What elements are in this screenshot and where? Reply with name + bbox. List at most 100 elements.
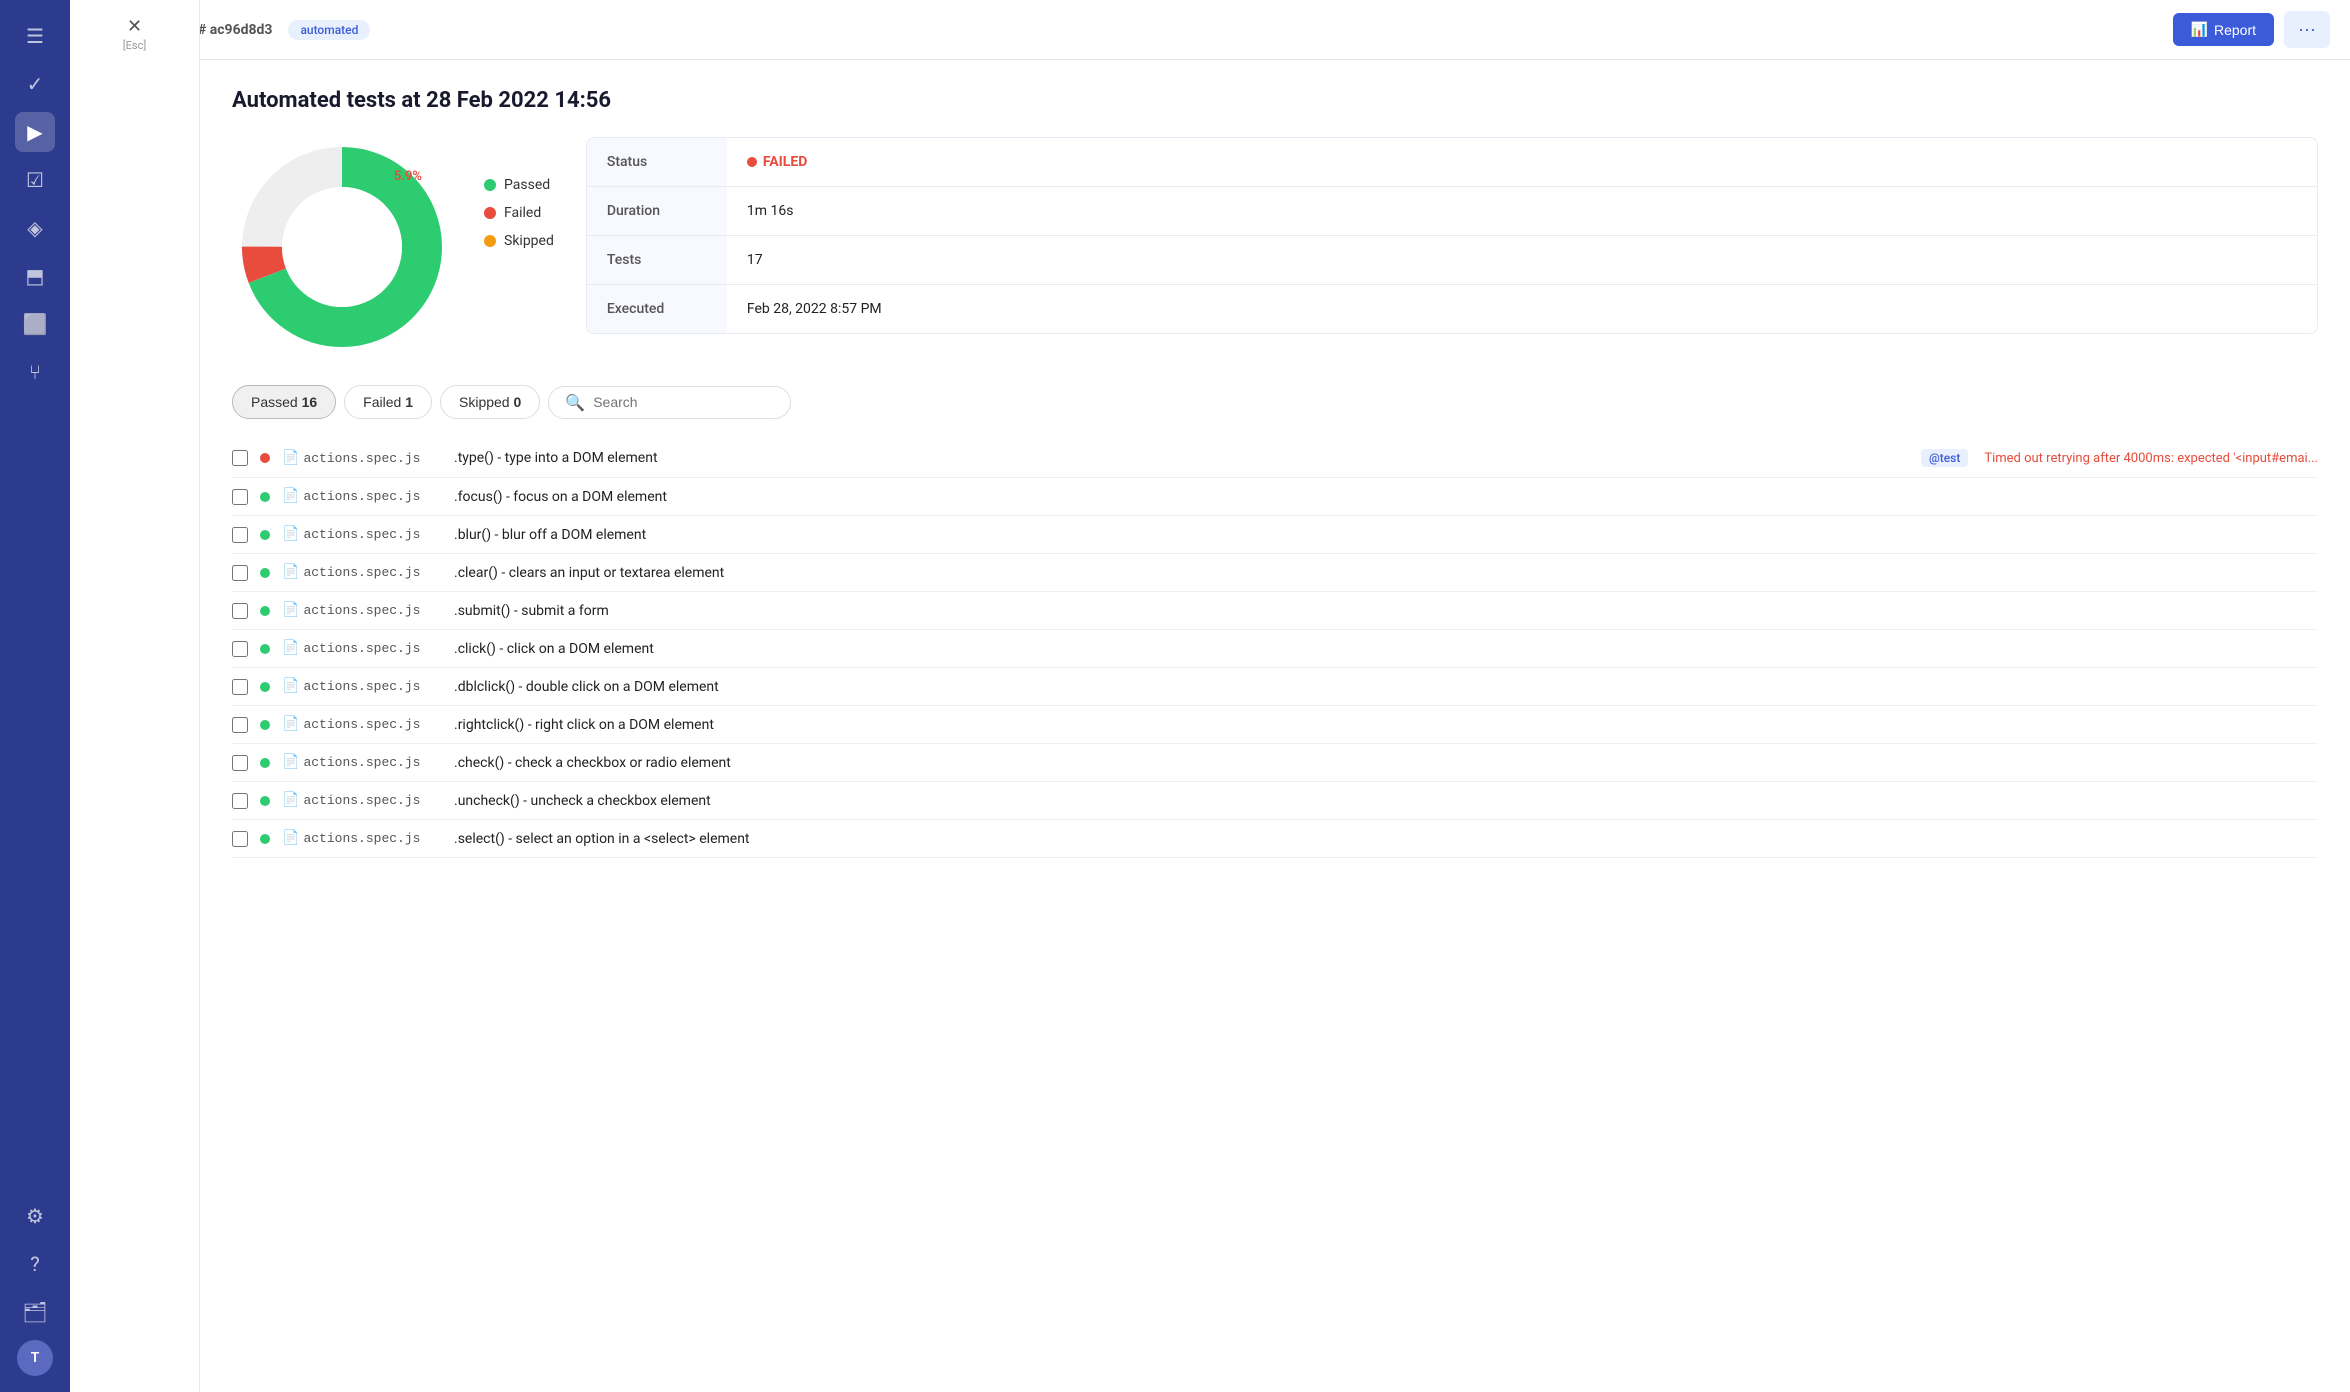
folder-icon[interactable]: 🗂 bbox=[15, 1292, 55, 1332]
test-name: .select() - select an option in a <selec… bbox=[454, 831, 2318, 847]
test-status-dot bbox=[260, 796, 270, 806]
status-value: FAILED bbox=[727, 138, 2317, 186]
page-title: Automated tests at 28 Feb 2022 14:56 bbox=[232, 88, 2318, 113]
file-icon: 📄 bbox=[282, 830, 299, 847]
test-checkbox[interactable] bbox=[232, 603, 248, 619]
test-name: .submit() - submit a form bbox=[454, 603, 2318, 619]
tests-value: 17 bbox=[727, 236, 2317, 284]
test-status-dot bbox=[260, 834, 270, 844]
file-icon: 📄 bbox=[282, 450, 299, 467]
test-checkbox[interactable] bbox=[232, 679, 248, 695]
test-name: .dblclick() - double click on a DOM elem… bbox=[454, 679, 2318, 695]
git-icon[interactable]: ⑂ bbox=[15, 352, 55, 392]
table-row: 📄 actions.spec.js .check() - check a chec… bbox=[232, 744, 2318, 782]
table-row: 📄 actions.spec.js .submit() - submit a fo… bbox=[232, 592, 2318, 630]
layers-icon[interactable]: ◈ bbox=[15, 208, 55, 248]
test-status-dot bbox=[260, 530, 270, 540]
test-file: 📄 actions.spec.js bbox=[282, 602, 442, 619]
test-checkbox[interactable] bbox=[232, 755, 248, 771]
table-row: 📄 actions.spec.js .uncheck() - uncheck a … bbox=[232, 782, 2318, 820]
report-button[interactable]: 📊 Report bbox=[2173, 13, 2274, 46]
legend-failed: Failed bbox=[484, 205, 554, 221]
test-checkbox[interactable] bbox=[232, 641, 248, 657]
chart-icon[interactable]: ⬜ bbox=[15, 304, 55, 344]
test-checkbox[interactable] bbox=[232, 450, 248, 466]
failed-filter-button[interactable]: Failed 1 bbox=[344, 385, 432, 419]
chart-bar-icon: 📊 bbox=[2191, 21, 2208, 38]
donut-failed-pct: 5.9% bbox=[394, 169, 422, 184]
table-row: 📄 actions.spec.js.rightclick() - right c… bbox=[232, 706, 2318, 744]
help-icon[interactable]: ? bbox=[15, 1244, 55, 1284]
file-icon: 📄 bbox=[282, 640, 299, 657]
info-tests-row: Tests 17 bbox=[587, 236, 2317, 285]
play-icon[interactable]: ▶ bbox=[15, 112, 55, 152]
tag-badge: @test bbox=[1921, 449, 1968, 467]
file-icon: 📄 bbox=[282, 754, 299, 771]
file-icon: 📄 bbox=[282, 564, 299, 581]
sidebar: ☰ ✓ ▶ ☑ ◈ ⬒ ⬜ ⑂ ⚙ ? 🗂 T bbox=[0, 0, 70, 1392]
test-status-dot bbox=[260, 758, 270, 768]
passed-dot bbox=[484, 179, 496, 191]
legend-passed-label: Passed bbox=[504, 177, 550, 193]
info-executed-row: Executed Feb 28, 2022 8:57 PM bbox=[587, 285, 2317, 333]
automated-badge: automated bbox=[288, 20, 370, 40]
file-icon: 📄 bbox=[282, 678, 299, 695]
test-file: 📄 actions.spec.js bbox=[282, 792, 442, 809]
test-checkbox[interactable] bbox=[232, 717, 248, 733]
status-failed: FAILED bbox=[747, 154, 2297, 170]
file-icon: 📄 bbox=[282, 716, 299, 733]
search-input[interactable] bbox=[593, 394, 774, 410]
hamburger-icon[interactable]: ☰ bbox=[15, 16, 55, 56]
topbar: Ru Run # ac96d8d3 automated 📊 Report ··· bbox=[70, 0, 2350, 60]
donut-chart: 94.1% 5.9% bbox=[232, 137, 452, 357]
test-status-dot bbox=[260, 492, 270, 502]
skipped-filter-button[interactable]: Skipped 0 bbox=[440, 385, 540, 419]
info-table: Status FAILED Duration 1m 16s Tests 17 bbox=[586, 137, 2318, 334]
tests-label: Tests bbox=[587, 236, 727, 284]
test-checkbox[interactable] bbox=[232, 831, 248, 847]
test-checkbox[interactable] bbox=[232, 793, 248, 809]
test-status-dot bbox=[260, 720, 270, 730]
legend-skipped-label: Skipped bbox=[504, 233, 554, 249]
search-icon: 🔍 bbox=[565, 393, 585, 412]
duration-label: Duration bbox=[587, 187, 727, 235]
info-duration-row: Duration 1m 16s bbox=[587, 187, 2317, 236]
executed-label: Executed bbox=[587, 285, 727, 333]
test-checkbox[interactable] bbox=[232, 527, 248, 543]
test-name: .click() - click on a DOM element bbox=[454, 641, 2318, 657]
test-name: .check() - check a checkbox or radio ele… bbox=[454, 755, 2318, 771]
test-file: 📄 actions.spec.js bbox=[282, 678, 442, 695]
file-icon: 📄 bbox=[282, 526, 299, 543]
test-checkbox[interactable] bbox=[232, 489, 248, 505]
executed-value: Feb 28, 2022 8:57 PM bbox=[727, 285, 2317, 333]
checkmark-icon[interactable]: ✓ bbox=[15, 64, 55, 104]
content-area: Automated tests at 28 Feb 2022 14:56 94.… bbox=[200, 60, 2350, 1392]
avatar[interactable]: T bbox=[17, 1340, 53, 1376]
list-check-icon[interactable]: ☑ bbox=[15, 160, 55, 200]
test-file: 📄 actions.spec.js bbox=[282, 754, 442, 771]
test-name: .blur() - blur off a DOM element bbox=[454, 527, 2318, 543]
test-file: 📄 actions.spec.js bbox=[282, 488, 442, 505]
close-icon[interactable]: ✕ bbox=[127, 16, 142, 37]
legend-failed-label: Failed bbox=[504, 205, 541, 221]
error-text: Timed out retrying after 4000ms: expecte… bbox=[1984, 451, 2318, 466]
test-file: 📄 actions.spec.js bbox=[282, 640, 442, 657]
test-file: 📄 actions.spec.js bbox=[282, 716, 442, 733]
chart-legend: Passed Failed Skipped bbox=[484, 137, 554, 249]
test-name: .uncheck() - uncheck a checkbox element bbox=[454, 793, 2318, 809]
run-id: # ac96d8d3 bbox=[198, 22, 272, 38]
more-options-button[interactable]: ··· bbox=[2284, 11, 2330, 48]
test-status-dot bbox=[260, 453, 270, 463]
passed-filter-button[interactable]: Passed 16 bbox=[232, 385, 336, 419]
settings-icon[interactable]: ⚙ bbox=[15, 1196, 55, 1236]
esc-label: [Esc] bbox=[123, 39, 147, 52]
search-box[interactable]: 🔍 bbox=[548, 386, 791, 419]
panel-overlay: ✕ [Esc] bbox=[70, 0, 200, 1392]
test-checkbox[interactable] bbox=[232, 565, 248, 581]
test-status-dot bbox=[260, 682, 270, 692]
test-status-dot bbox=[260, 568, 270, 578]
failed-dot bbox=[484, 207, 496, 219]
table-row: 📄 actions.spec.js.focus() - focus on a D… bbox=[232, 478, 2318, 516]
terminal-icon[interactable]: ⬒ bbox=[15, 256, 55, 296]
test-status-dot bbox=[260, 606, 270, 616]
